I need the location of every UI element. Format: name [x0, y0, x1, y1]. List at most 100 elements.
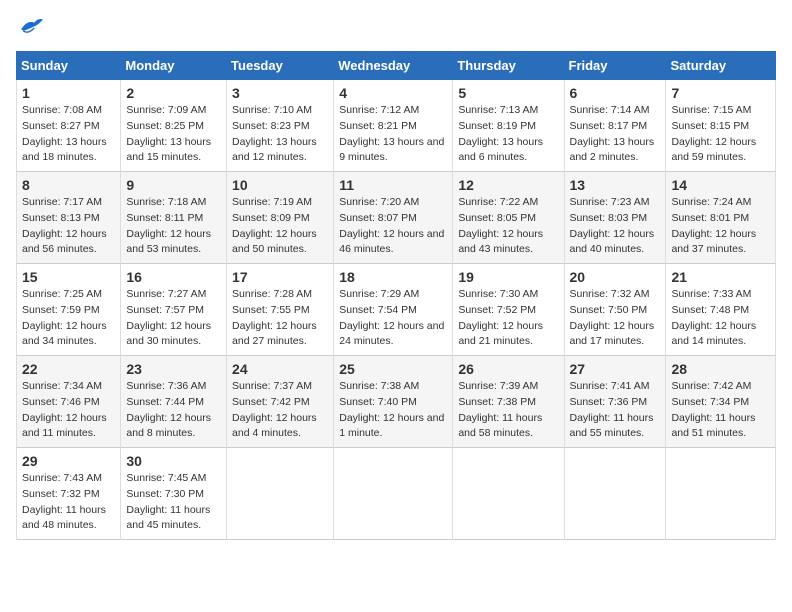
- calendar-cell: 12 Sunrise: 7:22 AMSunset: 8:05 PMDayligh…: [453, 172, 564, 264]
- day-number: 22: [22, 361, 115, 377]
- day-number: 10: [232, 177, 328, 193]
- calendar-cell: [564, 448, 666, 540]
- day-number: 12: [458, 177, 558, 193]
- day-info: Sunrise: 7:20 AMSunset: 8:07 PMDaylight:…: [339, 195, 447, 258]
- day-number: 27: [570, 361, 661, 377]
- calendar-cell: 2 Sunrise: 7:09 AMSunset: 8:25 PMDaylight…: [121, 80, 227, 172]
- day-number: 24: [232, 361, 328, 377]
- day-number: 4: [339, 85, 447, 101]
- day-number: 23: [126, 361, 221, 377]
- day-info: Sunrise: 7:24 AMSunset: 8:01 PMDaylight:…: [671, 195, 770, 258]
- day-info: Sunrise: 7:38 AMSunset: 7:40 PMDaylight:…: [339, 379, 447, 442]
- day-info: Sunrise: 7:27 AMSunset: 7:57 PMDaylight:…: [126, 287, 221, 350]
- calendar-cell: 14 Sunrise: 7:24 AMSunset: 8:01 PMDayligh…: [666, 172, 776, 264]
- calendar-header-row: SundayMondayTuesdayWednesdayThursdayFrid…: [17, 52, 776, 80]
- day-info: Sunrise: 7:15 AMSunset: 8:15 PMDaylight:…: [671, 103, 770, 166]
- day-info: Sunrise: 7:14 AMSunset: 8:17 PMDaylight:…: [570, 103, 661, 166]
- calendar-cell: 20 Sunrise: 7:32 AMSunset: 7:50 PMDayligh…: [564, 264, 666, 356]
- day-info: Sunrise: 7:43 AMSunset: 7:32 PMDaylight:…: [22, 471, 115, 534]
- day-number: 13: [570, 177, 661, 193]
- calendar-cell: 17 Sunrise: 7:28 AMSunset: 7:55 PMDayligh…: [227, 264, 334, 356]
- calendar-cell: 22 Sunrise: 7:34 AMSunset: 7:46 PMDayligh…: [17, 356, 121, 448]
- day-info: Sunrise: 7:34 AMSunset: 7:46 PMDaylight:…: [22, 379, 115, 442]
- logo-bird-icon: [16, 16, 46, 36]
- day-number: 11: [339, 177, 447, 193]
- day-info: Sunrise: 7:08 AMSunset: 8:27 PMDaylight:…: [22, 103, 115, 166]
- day-info: Sunrise: 7:10 AMSunset: 8:23 PMDaylight:…: [232, 103, 328, 166]
- calendar-cell: 28Sunrise: 7:42 AMSunset: 7:34 PMDayligh…: [666, 356, 776, 448]
- column-header-thursday: Thursday: [453, 52, 564, 80]
- day-info: Sunrise: 7:23 AMSunset: 8:03 PMDaylight:…: [570, 195, 661, 258]
- day-number: 9: [126, 177, 221, 193]
- column-header-tuesday: Tuesday: [227, 52, 334, 80]
- day-info: Sunrise: 7:09 AMSunset: 8:25 PMDaylight:…: [126, 103, 221, 166]
- calendar-week-row: 22 Sunrise: 7:34 AMSunset: 7:46 PMDayligh…: [17, 356, 776, 448]
- calendar-cell: [666, 448, 776, 540]
- day-number: 29: [22, 453, 115, 469]
- day-number: 14: [671, 177, 770, 193]
- day-number: 2: [126, 85, 221, 101]
- day-number: 5: [458, 85, 558, 101]
- calendar-cell: 10 Sunrise: 7:19 AMSunset: 8:09 PMDayligh…: [227, 172, 334, 264]
- calendar-cell: 26Sunrise: 7:39 AMSunset: 7:38 PMDayligh…: [453, 356, 564, 448]
- calendar-cell: 30 Sunrise: 7:45 AMSunset: 7:30 PMDayligh…: [121, 448, 227, 540]
- day-info: Sunrise: 7:36 AMSunset: 7:44 PMDaylight:…: [126, 379, 221, 442]
- page-header: [16, 16, 776, 41]
- calendar-cell: 8 Sunrise: 7:17 AMSunset: 8:13 PMDaylight…: [17, 172, 121, 264]
- calendar-cell: 16Sunrise: 7:27 AMSunset: 7:57 PMDayligh…: [121, 264, 227, 356]
- calendar-week-row: 1 Sunrise: 7:08 AMSunset: 8:27 PMDaylight…: [17, 80, 776, 172]
- calendar-cell: [334, 448, 453, 540]
- day-info: Sunrise: 7:19 AMSunset: 8:09 PMDaylight:…: [232, 195, 328, 258]
- column-header-wednesday: Wednesday: [334, 52, 453, 80]
- day-info: Sunrise: 7:22 AMSunset: 8:05 PMDaylight:…: [458, 195, 558, 258]
- day-number: 18: [339, 269, 447, 285]
- calendar-cell: 5 Sunrise: 7:13 AMSunset: 8:19 PMDaylight…: [453, 80, 564, 172]
- logo: [16, 16, 50, 41]
- day-info: Sunrise: 7:12 AMSunset: 8:21 PMDaylight:…: [339, 103, 447, 166]
- calendar-week-row: 29 Sunrise: 7:43 AMSunset: 7:32 PMDayligh…: [17, 448, 776, 540]
- day-number: 30: [126, 453, 221, 469]
- day-number: 7: [671, 85, 770, 101]
- calendar-week-row: 15Sunrise: 7:25 AMSunset: 7:59 PMDayligh…: [17, 264, 776, 356]
- day-info: Sunrise: 7:41 AMSunset: 7:36 PMDaylight:…: [570, 379, 661, 442]
- day-info: Sunrise: 7:33 AMSunset: 7:48 PMDaylight:…: [671, 287, 770, 350]
- day-number: 20: [570, 269, 661, 285]
- day-info: Sunrise: 7:28 AMSunset: 7:55 PMDaylight:…: [232, 287, 328, 350]
- calendar-cell: 11 Sunrise: 7:20 AMSunset: 8:07 PMDayligh…: [334, 172, 453, 264]
- day-number: 19: [458, 269, 558, 285]
- column-header-sunday: Sunday: [17, 52, 121, 80]
- day-info: Sunrise: 7:25 AMSunset: 7:59 PMDaylight:…: [22, 287, 115, 350]
- day-number: 8: [22, 177, 115, 193]
- day-info: Sunrise: 7:45 AMSunset: 7:30 PMDaylight:…: [126, 471, 221, 534]
- day-info: Sunrise: 7:29 AMSunset: 7:54 PMDaylight:…: [339, 287, 447, 350]
- day-info: Sunrise: 7:13 AMSunset: 8:19 PMDaylight:…: [458, 103, 558, 166]
- column-header-friday: Friday: [564, 52, 666, 80]
- column-header-monday: Monday: [121, 52, 227, 80]
- day-number: 6: [570, 85, 661, 101]
- day-number: 25: [339, 361, 447, 377]
- calendar-cell: 21Sunrise: 7:33 AMSunset: 7:48 PMDayligh…: [666, 264, 776, 356]
- calendar-cell: 19 Sunrise: 7:30 AMSunset: 7:52 PMDayligh…: [453, 264, 564, 356]
- day-info: Sunrise: 7:18 AMSunset: 8:11 PMDaylight:…: [126, 195, 221, 258]
- calendar-cell: 18 Sunrise: 7:29 AMSunset: 7:54 PMDayligh…: [334, 264, 453, 356]
- day-info: Sunrise: 7:37 AMSunset: 7:42 PMDaylight:…: [232, 379, 328, 442]
- calendar-cell: 27 Sunrise: 7:41 AMSunset: 7:36 PMDayligh…: [564, 356, 666, 448]
- day-number: 3: [232, 85, 328, 101]
- calendar-cell: 25 Sunrise: 7:38 AMSunset: 7:40 PMDayligh…: [334, 356, 453, 448]
- calendar-cell: 24 Sunrise: 7:37 AMSunset: 7:42 PMDayligh…: [227, 356, 334, 448]
- calendar-cell: 3 Sunrise: 7:10 AMSunset: 8:23 PMDaylight…: [227, 80, 334, 172]
- calendar-cell: 13 Sunrise: 7:23 AMSunset: 8:03 PMDayligh…: [564, 172, 666, 264]
- day-number: 17: [232, 269, 328, 285]
- calendar-cell: 23 Sunrise: 7:36 AMSunset: 7:44 PMDayligh…: [121, 356, 227, 448]
- day-info: Sunrise: 7:32 AMSunset: 7:50 PMDaylight:…: [570, 287, 661, 350]
- day-info: Sunrise: 7:30 AMSunset: 7:52 PMDaylight:…: [458, 287, 558, 350]
- calendar-cell: 7 Sunrise: 7:15 AMSunset: 8:15 PMDaylight…: [666, 80, 776, 172]
- calendar-cell: 4 Sunrise: 7:12 AMSunset: 8:21 PMDaylight…: [334, 80, 453, 172]
- day-number: 1: [22, 85, 115, 101]
- day-info: Sunrise: 7:17 AMSunset: 8:13 PMDaylight:…: [22, 195, 115, 258]
- calendar-cell: [453, 448, 564, 540]
- calendar-cell: 6 Sunrise: 7:14 AMSunset: 8:17 PMDaylight…: [564, 80, 666, 172]
- calendar-cell: 15Sunrise: 7:25 AMSunset: 7:59 PMDayligh…: [17, 264, 121, 356]
- day-info: Sunrise: 7:39 AMSunset: 7:38 PMDaylight:…: [458, 379, 558, 442]
- calendar-cell: [227, 448, 334, 540]
